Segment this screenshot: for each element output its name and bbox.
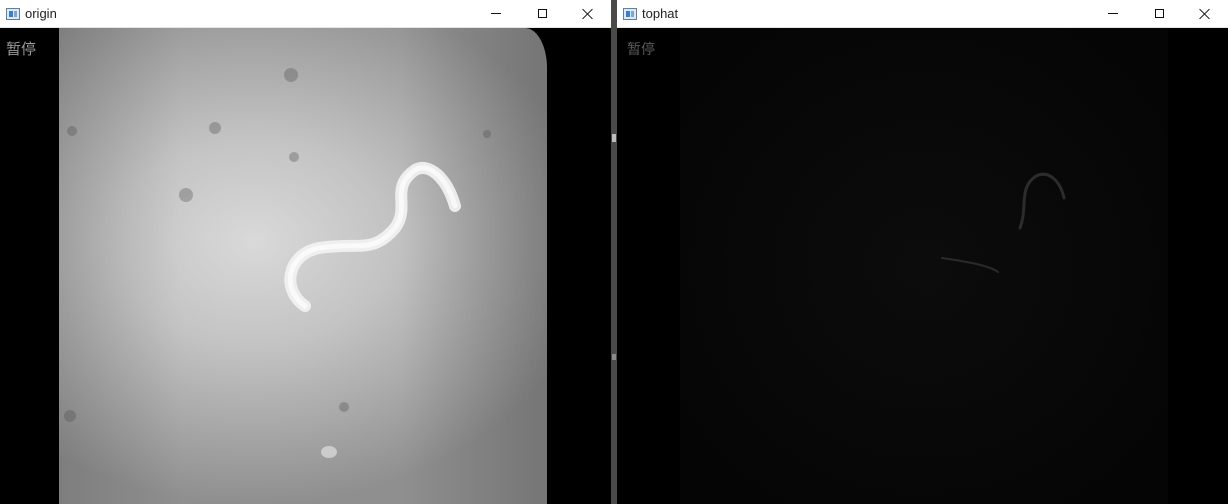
maximize-button[interactable] — [519, 0, 565, 27]
origin-image-canvas[interactable]: 暂停 — [0, 28, 611, 504]
worm-outline — [941, 257, 999, 273]
worm-outline — [1018, 172, 1066, 230]
window-title: tophat — [642, 6, 679, 21]
minimize-button[interactable] — [1090, 0, 1136, 27]
window-controls — [1090, 0, 1228, 27]
worm-svg — [284, 162, 461, 312]
tophat-worm-svg — [941, 172, 1066, 273]
minimize-button[interactable] — [473, 0, 519, 27]
paused-label: 暂停 — [6, 40, 37, 58]
tophat-frame — [680, 28, 1168, 504]
window-controls — [473, 0, 611, 27]
tophat-window: tophat 暂停 — [617, 0, 1228, 504]
minimize-icon — [491, 13, 501, 14]
close-icon — [1199, 8, 1211, 20]
app-window-icon — [6, 7, 20, 20]
gap-mark — [612, 134, 616, 142]
worm-highlight — [287, 165, 458, 309]
paused-label: 暂停 — [627, 42, 655, 58]
microscope-frame — [59, 28, 547, 504]
close-icon — [582, 8, 594, 20]
worm — [284, 162, 461, 312]
close-button[interactable] — [1182, 0, 1228, 27]
tophat-titlebar[interactable]: tophat — [617, 0, 1228, 28]
tophat-image-canvas[interactable]: 暂停 — [617, 28, 1228, 504]
origin-titlebar[interactable]: origin — [0, 0, 611, 28]
maximize-button[interactable] — [1136, 0, 1182, 27]
gap-mark — [612, 354, 616, 360]
maximize-icon — [537, 9, 547, 18]
minimize-icon — [1108, 13, 1118, 14]
maximize-icon — [1154, 9, 1164, 18]
app-window-icon — [623, 7, 637, 20]
window-title: origin — [25, 6, 57, 21]
close-button[interactable] — [565, 0, 611, 27]
origin-window: origin 暂停 — [0, 0, 611, 504]
